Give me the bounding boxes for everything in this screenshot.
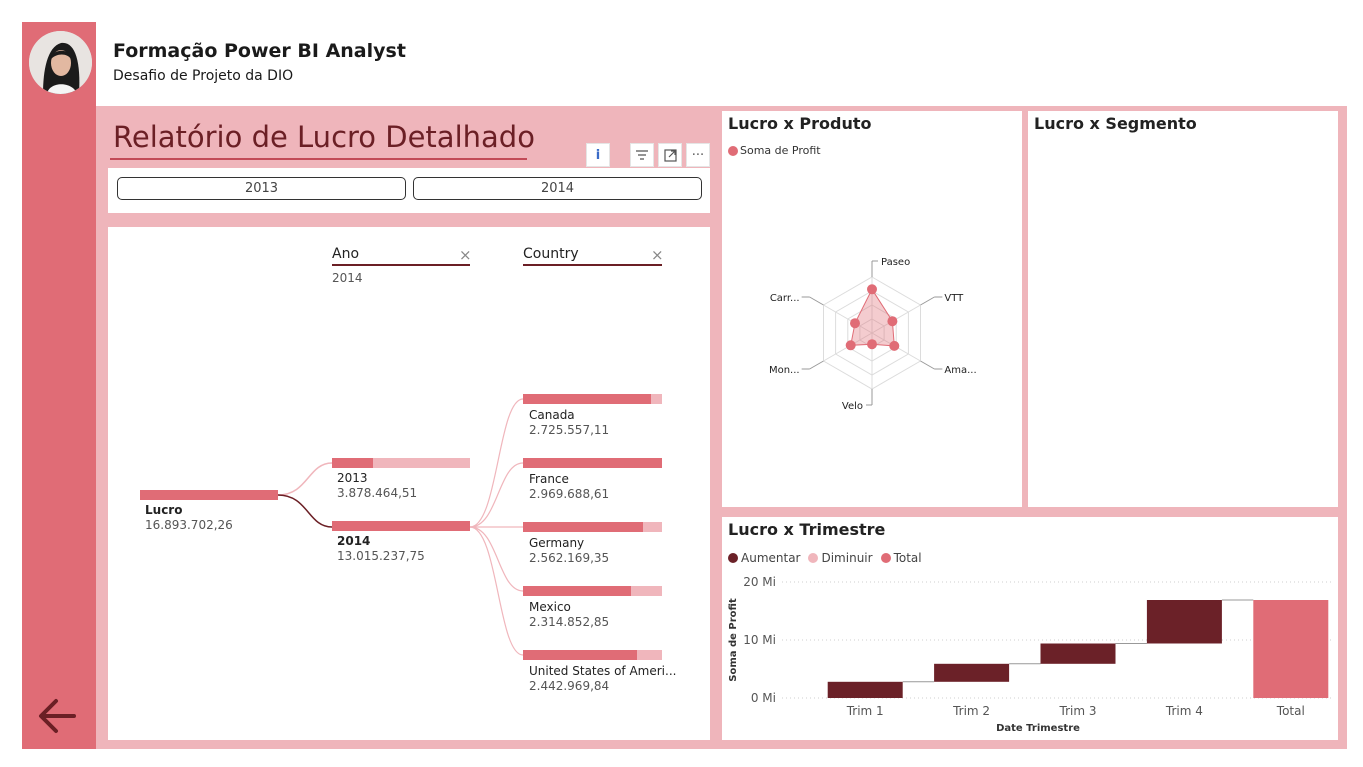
country-node-bar[interactable]	[523, 522, 643, 532]
country-node-name: United States of Ameri...	[529, 664, 677, 678]
radar-point[interactable]	[887, 316, 898, 327]
treemap-tile-government[interactable]: Government	[1034, 138, 1332, 374]
radar-leader-line	[809, 360, 824, 370]
radar-legend-marker	[728, 146, 738, 156]
waterfall-y-tick: 20 Mi	[743, 575, 776, 589]
radar-axis-label: Paseo	[881, 257, 910, 268]
waterfall-x-tick: Trim 3	[1059, 704, 1097, 718]
country-node-value: 2.442.969,84	[529, 679, 610, 693]
country-node-bar[interactable]	[523, 650, 637, 660]
legend-marker	[808, 553, 819, 563]
year-node-value: 13.015.237,75	[337, 549, 425, 563]
title-underline	[110, 158, 527, 160]
country-node-name: Mexico	[529, 600, 571, 614]
waterfall-y-tick: 0 Mi	[751, 691, 776, 705]
waterfall-x-axis-label: Date Trimestre	[996, 723, 1080, 734]
waterfall-bar[interactable]	[1040, 643, 1116, 664]
country-node-value: 2.969.688,61	[529, 487, 610, 501]
waterfall-chart[interactable]: 20 Mi 10 Mi 0 Mi Soma de Profit Trim 1 Trim 2…	[722, 570, 1338, 740]
radar-leader-line	[920, 360, 935, 370]
treemap-tile-small-business[interactable]: Small Business	[1034, 376, 1235, 502]
waterfall-title: Lucro x Trimestre	[728, 520, 886, 539]
waterfall-bar[interactable]	[1253, 600, 1329, 698]
waterfall-x-tick: Trim 2	[952, 704, 990, 718]
year-node-value: 3.878.464,51	[337, 486, 418, 500]
waterfall-x-tick: Trim 1	[846, 704, 884, 718]
country-node-name: Germany	[529, 536, 585, 550]
radar-series-area	[850, 288, 895, 347]
root-node-name: Lucro	[145, 503, 183, 517]
year-node-name: 2014	[337, 534, 371, 548]
root-node-bar[interactable]	[140, 490, 278, 500]
sidebar	[22, 106, 96, 749]
radar-leader-line	[920, 296, 935, 306]
waterfall-bar[interactable]	[1146, 600, 1222, 644]
year-node-bar[interactable]	[332, 521, 470, 531]
waterfall-legend: Aumentar Diminuir Total	[728, 551, 922, 565]
legend-marker	[728, 553, 738, 563]
treemap-tile-channel-partners[interactable]: Channel Par...	[1237, 376, 1332, 459]
more-options-icon[interactable]: ···	[686, 143, 710, 167]
slicer-option-2014[interactable]: 2014	[413, 177, 702, 200]
radar-legend-label: Soma de Profit	[740, 144, 821, 157]
radar-title: Lucro x Produto	[728, 114, 872, 133]
root-node-value: 16.893.702,26	[145, 518, 233, 532]
country-node-bar[interactable]	[523, 394, 651, 404]
radar-point[interactable]	[867, 339, 877, 350]
radar-point[interactable]	[845, 340, 856, 351]
radar-point[interactable]	[889, 340, 900, 351]
waterfall-bar[interactable]	[827, 681, 903, 698]
focus-mode-icon[interactable]	[658, 143, 682, 167]
radar-point[interactable]	[850, 318, 860, 329]
country-node-bar[interactable]	[523, 458, 662, 468]
radar-axis-label: Carr...	[770, 293, 800, 304]
radar-axis-label: VTT	[944, 293, 964, 304]
treemap-title: Lucro x Segmento	[1034, 114, 1197, 133]
filter-icon[interactable]	[630, 143, 654, 167]
country-node-value: 2.725.557,11	[529, 423, 610, 437]
radar-chart[interactable]: Paseo VTT Ama... Velo Mon... Carr...	[722, 215, 1022, 445]
country-node-value: 2.562.169,35	[529, 551, 610, 565]
country-node-name: France	[529, 472, 569, 486]
radar-leader-line	[809, 296, 824, 306]
waterfall-bar[interactable]	[934, 663, 1010, 682]
radar-axis-label: Velo	[842, 401, 863, 412]
country-node-bar[interactable]	[523, 586, 631, 596]
report-title: Relatório de Lucro Detalhado	[113, 120, 535, 154]
app-title: Formação Power BI Analyst	[113, 40, 406, 62]
radar-point[interactable]	[867, 284, 877, 295]
info-icon[interactable]: i	[586, 143, 610, 167]
radar-axis-label: Ama...	[944, 365, 976, 376]
legend-marker	[880, 553, 891, 563]
slicer-option-2013[interactable]: 2013	[117, 177, 406, 200]
waterfall-y-axis-label: Soma de Profit	[728, 598, 739, 682]
year-node-name: 2013	[337, 471, 368, 485]
avatar	[29, 31, 92, 94]
country-node-value: 2.314.852,85	[529, 615, 610, 629]
waterfall-x-tick: Total	[1276, 704, 1305, 718]
treemap-tile-midmarket[interactable]: Midmarket	[1237, 461, 1332, 502]
country-node-name: Canada	[529, 408, 575, 422]
legend-label: Diminuir	[821, 551, 873, 565]
legend-label: Aumentar	[741, 551, 801, 565]
waterfall-x-tick: Trim 4	[1165, 704, 1203, 718]
app-subtitle: Desafio de Projeto da DIO	[113, 68, 294, 84]
waterfall-y-tick: 10 Mi	[743, 633, 776, 647]
back-arrow-icon[interactable]	[36, 695, 78, 737]
legend-label: Total	[893, 551, 922, 565]
year-node-bar[interactable]	[332, 458, 373, 468]
radar-axis-label: Mon...	[769, 365, 800, 376]
